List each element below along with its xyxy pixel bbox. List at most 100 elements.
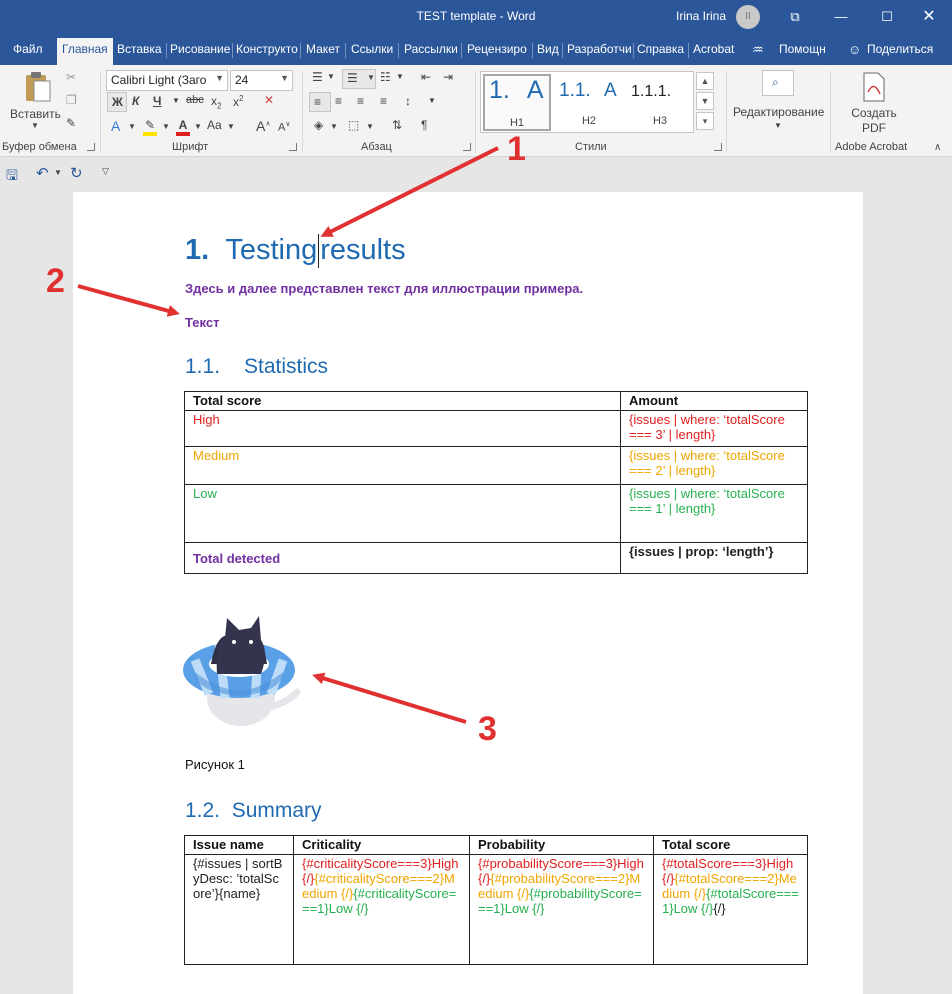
align-left-button[interactable]: ≡ <box>309 92 331 112</box>
tab-references[interactable]: Ссылки <box>351 42 393 56</box>
bullets-icon[interactable]: ☰ <box>312 70 323 84</box>
highlight-dropdown-icon[interactable]: ▼ <box>162 122 170 131</box>
statistics-table[interactable]: Total score Amount High {issues | where:… <box>184 391 808 574</box>
decrease-indent-icon[interactable]: ⇤ <box>421 70 431 84</box>
editing-button[interactable]: Редактирование <box>733 105 824 119</box>
collapse-ribbon-icon[interactable]: ∧ <box>934 142 941 153</box>
bold-button[interactable]: Ж <box>107 92 127 112</box>
tab-view[interactable]: Вид <box>537 42 559 56</box>
tab-file[interactable]: Файл <box>13 42 43 56</box>
align-center-icon[interactable]: ≡ <box>335 94 342 108</box>
chevron-down-icon[interactable]: ▼ <box>215 73 224 83</box>
styles-launcher-icon[interactable] <box>714 143 722 151</box>
styles-more-icon[interactable]: ▾ <box>696 112 714 130</box>
editing-dropdown-icon[interactable]: ▼ <box>774 121 782 130</box>
styles-scroll-up-icon[interactable]: ▲ <box>696 72 714 90</box>
font-color-icon[interactable]: A <box>176 118 190 136</box>
heading-testing-results[interactable]: 1. Testing results <box>185 234 406 269</box>
tab-help[interactable]: Справка <box>637 42 684 56</box>
shading-icon[interactable]: ◈ <box>314 118 323 132</box>
document-page[interactable]: 1. Testing results Здесь и далее представ… <box>73 192 863 994</box>
copy-icon[interactable]: ❐ <box>66 93 77 107</box>
borders-dropdown-icon[interactable]: ▼ <box>366 122 374 131</box>
sort-icon[interactable]: ⇅ <box>392 118 402 132</box>
table-row[interactable]: Medium {issues | where: ‘totalScore === … <box>184 446 808 485</box>
tab-developer[interactable]: Разработчи <box>567 42 631 56</box>
borders-icon[interactable]: ⬚ <box>348 118 359 132</box>
clipboard-launcher-icon[interactable] <box>87 143 95 151</box>
undo-icon[interactable]: ↶ <box>36 164 49 182</box>
highlight-icon[interactable]: ✎ <box>143 118 157 136</box>
style-h2[interactable]: 1.1. A H2 <box>555 74 623 131</box>
clear-formatting-icon[interactable]: ✕ <box>264 93 274 107</box>
minimize-button[interactable]: — <box>818 0 864 34</box>
underline-icon[interactable]: Ч <box>153 94 161 108</box>
table-row[interactable]: High {issues | where: ‘totalScore === 3’… <box>184 410 808 447</box>
text-effects-icon[interactable]: A <box>111 118 120 134</box>
tab-acrobat[interactable]: Acrobat <box>693 42 734 56</box>
customize-qat-icon[interactable]: ▽ <box>102 166 109 177</box>
multilevel-list-icon[interactable]: ☷ <box>380 70 391 84</box>
ribbon-display-options-icon[interactable]: ⧉ <box>772 0 818 34</box>
multilevel-dropdown-icon[interactable]: ▼ <box>396 72 404 81</box>
bullets-dropdown-icon[interactable]: ▼ <box>327 72 335 81</box>
tab-mailings[interactable]: Рассылки <box>404 42 458 56</box>
tell-me-search[interactable]: Помощн <box>779 42 826 56</box>
tab-insert[interactable]: Вставка <box>117 42 162 56</box>
font-launcher-icon[interactable] <box>289 143 297 151</box>
summary-table[interactable]: Issue name Criticality Probability Total… <box>184 835 808 965</box>
text-effects-dropdown-icon[interactable]: ▼ <box>128 122 136 131</box>
chevron-down-icon[interactable]: ▼ <box>280 73 289 83</box>
shading-dropdown-icon[interactable]: ▼ <box>330 122 338 131</box>
strikethrough-icon[interactable]: abc <box>186 94 204 106</box>
paste-icon[interactable] <box>22 71 52 105</box>
maximize-button[interactable]: ☐ <box>864 0 910 34</box>
redo-icon[interactable]: ↻ <box>70 164 83 182</box>
tab-layout[interactable]: Макет <box>306 42 340 56</box>
paste-dropdown-icon[interactable]: ▼ <box>31 121 39 130</box>
format-painter-icon[interactable]: ✎ <box>66 116 76 130</box>
change-case-icon[interactable]: Aa <box>207 118 222 132</box>
increase-indent-icon[interactable]: ⇥ <box>443 70 453 84</box>
line-spacing-icon[interactable]: ↕ <box>405 94 411 108</box>
table-row[interactable]: Total detected {issues | prop: ‘length’} <box>184 542 808 574</box>
tab-review[interactable]: Рецензиро <box>467 42 530 56</box>
table-row[interactable]: Low {issues | where: ‘totalScore === 1’ … <box>184 484 808 543</box>
style-h3[interactable]: 1.1.1. H3 <box>627 74 693 131</box>
create-pdf-button[interactable]: Создать PDF <box>850 106 898 136</box>
lightbulb-icon[interactable]: ♒ <box>752 42 764 58</box>
font-size-combo[interactable]: 24 ▼ <box>230 70 293 91</box>
avatar[interactable]: II <box>736 5 760 29</box>
underline-dropdown-icon[interactable]: ▼ <box>172 96 180 105</box>
tab-home[interactable]: Главная <box>57 38 113 65</box>
paste-button[interactable]: Вставить <box>10 107 61 121</box>
save-icon[interactable]: 🖫 <box>6 165 18 189</box>
share-person-icon[interactable]: ☺ <box>848 42 861 57</box>
intro-paragraph[interactable]: Здесь и далее представлен текст для иллю… <box>185 281 583 296</box>
table-row[interactable]: {#issues | sortByDesc: ’totalScore’}{nam… <box>184 854 808 965</box>
style-h1[interactable]: 1. A H1 <box>483 74 551 131</box>
font-color-dropdown-icon[interactable]: ▼ <box>194 122 202 131</box>
italic-icon[interactable]: К <box>132 94 139 108</box>
font-name-combo[interactable]: Calibri Light (Заго ▼ <box>106 70 228 91</box>
find-icon[interactable]: ⌕ <box>762 70 794 96</box>
grow-font-icon[interactable]: A∧ <box>256 118 270 134</box>
align-right-icon[interactable]: ≡ <box>357 94 364 108</box>
heading-summary[interactable]: 1.2. Summary <box>185 799 322 823</box>
change-case-dropdown-icon[interactable]: ▼ <box>227 122 235 131</box>
tekst-paragraph[interactable]: Текст <box>185 315 219 330</box>
tab-draw[interactable]: Рисование <box>170 42 230 56</box>
shrink-font-icon[interactable]: A∨ <box>278 120 290 134</box>
close-button[interactable]: ✕ <box>906 0 952 34</box>
undo-dropdown-icon[interactable]: ▼ <box>54 168 62 177</box>
cut-icon[interactable]: ✂ <box>66 70 76 84</box>
paragraph-launcher-icon[interactable] <box>463 143 471 151</box>
show-formatting-icon[interactable]: ¶ <box>421 118 427 132</box>
justify-icon[interactable]: ≡ <box>380 94 387 108</box>
superscript-icon[interactable]: x2 <box>233 94 243 109</box>
figure-caption[interactable]: Рисунок 1 <box>185 757 245 772</box>
tab-design[interactable]: Конструкто <box>236 42 298 56</box>
subscript-icon[interactable]: x2 <box>211 94 221 110</box>
line-spacing-dropdown-icon[interactable]: ▼ <box>428 96 436 105</box>
share-button[interactable]: Поделиться <box>867 42 933 56</box>
